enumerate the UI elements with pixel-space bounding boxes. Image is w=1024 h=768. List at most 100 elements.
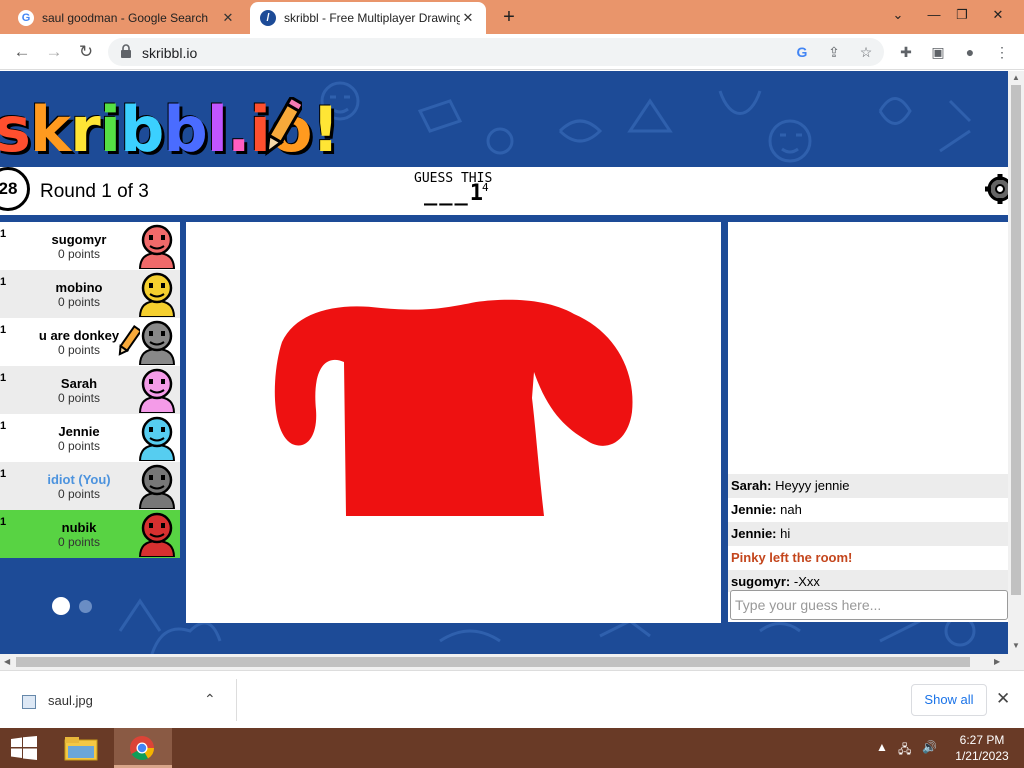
reload-icon[interactable]: ↻ — [74, 40, 98, 64]
google-lens-icon[interactable]: G — [792, 42, 812, 62]
player-avatar-icon — [138, 224, 176, 269]
player-row[interactable]: 1 Sarah 0 points — [0, 366, 180, 414]
chat-text: Pinky left the room! — [731, 550, 853, 565]
word-length: 4 — [482, 181, 489, 194]
taskbar-chrome-button[interactable] — [114, 728, 172, 768]
player-avatar-icon — [138, 416, 176, 461]
address-bar[interactable]: skribbl.io — [108, 38, 884, 66]
player-points: 0 points — [57, 247, 101, 261]
windows-start-icon[interactable] — [10, 736, 38, 760]
tab-close-icon[interactable]: ✕ — [220, 10, 236, 26]
player-points: 0 points — [57, 391, 101, 405]
scroll-right-icon[interactable]: ▶ — [994, 657, 1000, 666]
horizontal-scroll-thumb[interactable] — [16, 657, 970, 667]
drawing-canvas[interactable] — [186, 222, 721, 623]
player-name: idiot (You) — [47, 472, 111, 487]
settings-gear-icon[interactable] — [984, 173, 1008, 205]
player-avatar-icon — [138, 368, 176, 413]
chat-author: Jennie: — [731, 526, 777, 541]
game-header-bar: 28 Round 1 of 3 GUESS THIS ___1 4 — [0, 167, 1008, 215]
system-clock[interactable]: 6:27 PM 1/21/2023 — [950, 732, 1014, 764]
network-icon[interactable]: 🖧 — [898, 740, 911, 761]
player-rank: 1 — [0, 420, 7, 432]
scroll-left-icon[interactable]: ◀ — [4, 657, 10, 666]
player-name: Sarah — [60, 376, 98, 391]
player-row[interactable]: 1 nubik 0 points — [0, 510, 180, 558]
chat-text: nah — [780, 502, 802, 517]
share-icon[interactable]: ⇪ — [824, 42, 844, 62]
download-item[interactable]: saul.jpg — [22, 693, 93, 709]
show-all-button[interactable]: Show all — [911, 684, 987, 716]
volume-icon[interactable]: 🔊 — [922, 740, 937, 754]
window-close-button[interactable]: ✕ — [980, 0, 1016, 30]
word-hint: ___1 — [424, 181, 485, 206]
tray-expand-icon[interactable]: ▲ — [876, 740, 888, 754]
tab-title: saul goodman - Google Search — [42, 11, 209, 25]
logo-letter: b — [163, 93, 207, 166]
browser-tab-strip: G saul goodman - Google Search ✕ / skrib… — [0, 0, 1024, 34]
tab-search-icon[interactable]: ⌄ — [880, 0, 916, 30]
clock-time: 6:27 PM — [959, 733, 1005, 747]
player-info: sugomyr 0 points — [8, 222, 150, 261]
player-points: 0 points — [57, 439, 101, 453]
clock-date: 1/21/2023 — [955, 749, 1009, 763]
page-dot[interactable] — [79, 599, 92, 613]
player-rank: 1 — [0, 468, 7, 480]
close-download-bar-icon[interactable]: ✕ — [996, 689, 1010, 709]
tab-google-search[interactable]: G saul goodman - Google Search ✕ — [8, 2, 246, 34]
new-tab-button[interactable]: + — [498, 6, 520, 28]
player-rank: 1 — [0, 276, 7, 288]
chat-panel: Sarah: Heyyy jennie Jennie: nah Jennie: hi… — [728, 222, 1008, 622]
side-panel-icon[interactable]: ▣ — [928, 42, 948, 62]
scroll-down-icon[interactable]: ▼ — [1012, 641, 1020, 650]
restore-button[interactable]: ❐ — [944, 0, 980, 30]
player-rank: 1 — [0, 372, 7, 384]
chat-message: Jennie: nah — [728, 498, 1008, 522]
chat-messages: Sarah: Heyyy jennie Jennie: nah Jennie: hi… — [728, 474, 1008, 592]
player-row[interactable]: 1 mobino 0 points — [0, 270, 180, 318]
player-name: Jennie — [58, 424, 100, 439]
guess-input[interactable] — [730, 590, 1008, 620]
google-icon: G — [18, 10, 34, 26]
windows-taskbar: ▲ 🖧 🔊 6:27 PM 1/21/2023 — [0, 728, 1024, 768]
logo-letter: i — [99, 93, 121, 166]
drawing-shirt — [274, 299, 633, 516]
back-icon[interactable]: ← — [10, 40, 34, 64]
page-viewport: skribbl.io! 28 Round 1 of 3 GUESS THIS _… — [0, 71, 1008, 654]
lock-icon — [121, 44, 131, 58]
chat-message: Pinky left the room! — [728, 546, 1008, 570]
url-text: skribbl.io — [142, 45, 198, 61]
logo-letter: r — [70, 93, 101, 166]
player-avatar-icon — [138, 272, 176, 317]
timer-clock-icon: 28 — [0, 167, 30, 211]
forward-icon[interactable]: → — [42, 40, 66, 64]
chat-message: Jennie: hi — [728, 522, 1008, 546]
player-row[interactable]: 1u are donkey 0 points — [0, 318, 180, 366]
player-avatar-icon — [138, 464, 176, 509]
horizontal-scrollbar[interactable]: ◀ ▶ — [0, 654, 1024, 670]
file-explorer-icon[interactable] — [62, 732, 100, 764]
extensions-icon[interactable]: ✚ — [896, 42, 916, 62]
chat-message: Sarah: Heyyy jennie — [728, 474, 1008, 498]
chevron-up-icon[interactable]: ⌃ — [204, 691, 216, 708]
scroll-up-icon[interactable]: ▲ — [1012, 73, 1020, 82]
download-bar: saul.jpg ⌃ Show all ✕ — [0, 670, 1024, 728]
page-dot-active[interactable] — [52, 597, 70, 615]
tab-close-icon[interactable]: ✕ — [460, 10, 476, 26]
menu-icon[interactable]: ⋮ — [992, 42, 1012, 62]
chat-text: Heyyy jennie — [775, 478, 850, 493]
player-row[interactable]: 1 Jennie 0 points — [0, 414, 180, 462]
player-info: idiot (You) 0 points — [8, 462, 150, 501]
browser-toolbar: ← → ↻ skribbl.io G ⇪ ☆ ✚ ▣ ● ⋮ — [0, 34, 1024, 70]
vertical-scroll-thumb[interactable] — [1011, 85, 1021, 595]
player-row[interactable]: 1 idiot (You) 0 points — [0, 462, 180, 510]
chat-text: -Xxx — [793, 574, 820, 589]
vertical-scrollbar[interactable]: ▲ ▼ — [1008, 71, 1024, 654]
logo-letter: s — [0, 93, 31, 166]
chat-message: sugomyr: -Xxx — [728, 570, 1008, 592]
player-row[interactable]: 1 sugomyr 0 points — [0, 222, 180, 270]
player-avatar-icon — [138, 320, 176, 365]
bookmark-star-icon[interactable]: ☆ — [856, 42, 876, 62]
tab-skribbl[interactable]: / skribbl - Free Multiplayer Drawing ✕ — [250, 2, 486, 34]
profile-icon[interactable]: ● — [960, 42, 980, 62]
